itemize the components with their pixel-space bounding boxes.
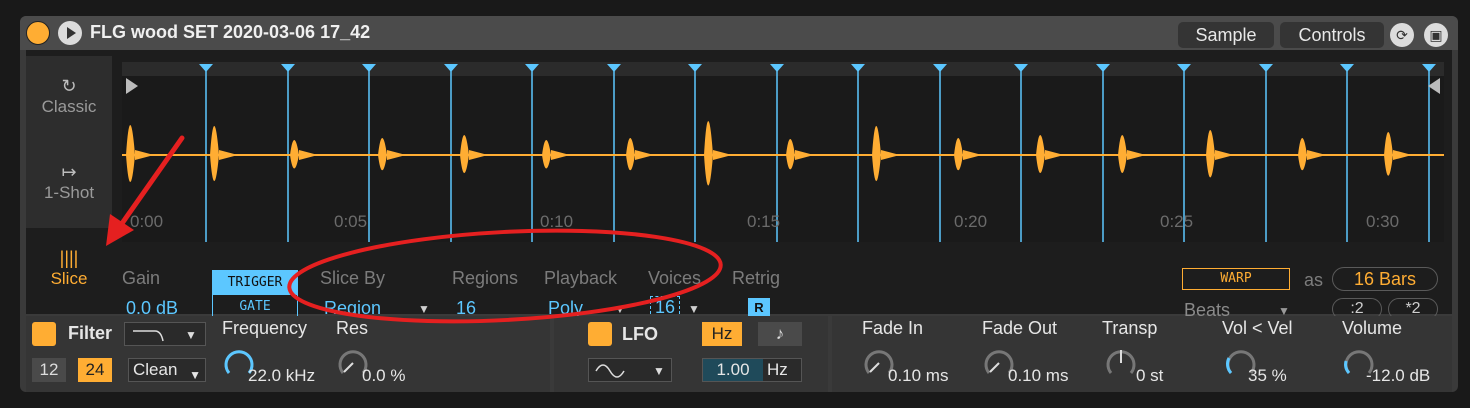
arrow-head-icon bbox=[106, 214, 134, 246]
annotation-overlay bbox=[106, 135, 723, 324]
annotation-circle bbox=[287, 228, 723, 324]
annotation-arrow bbox=[113, 135, 185, 235]
